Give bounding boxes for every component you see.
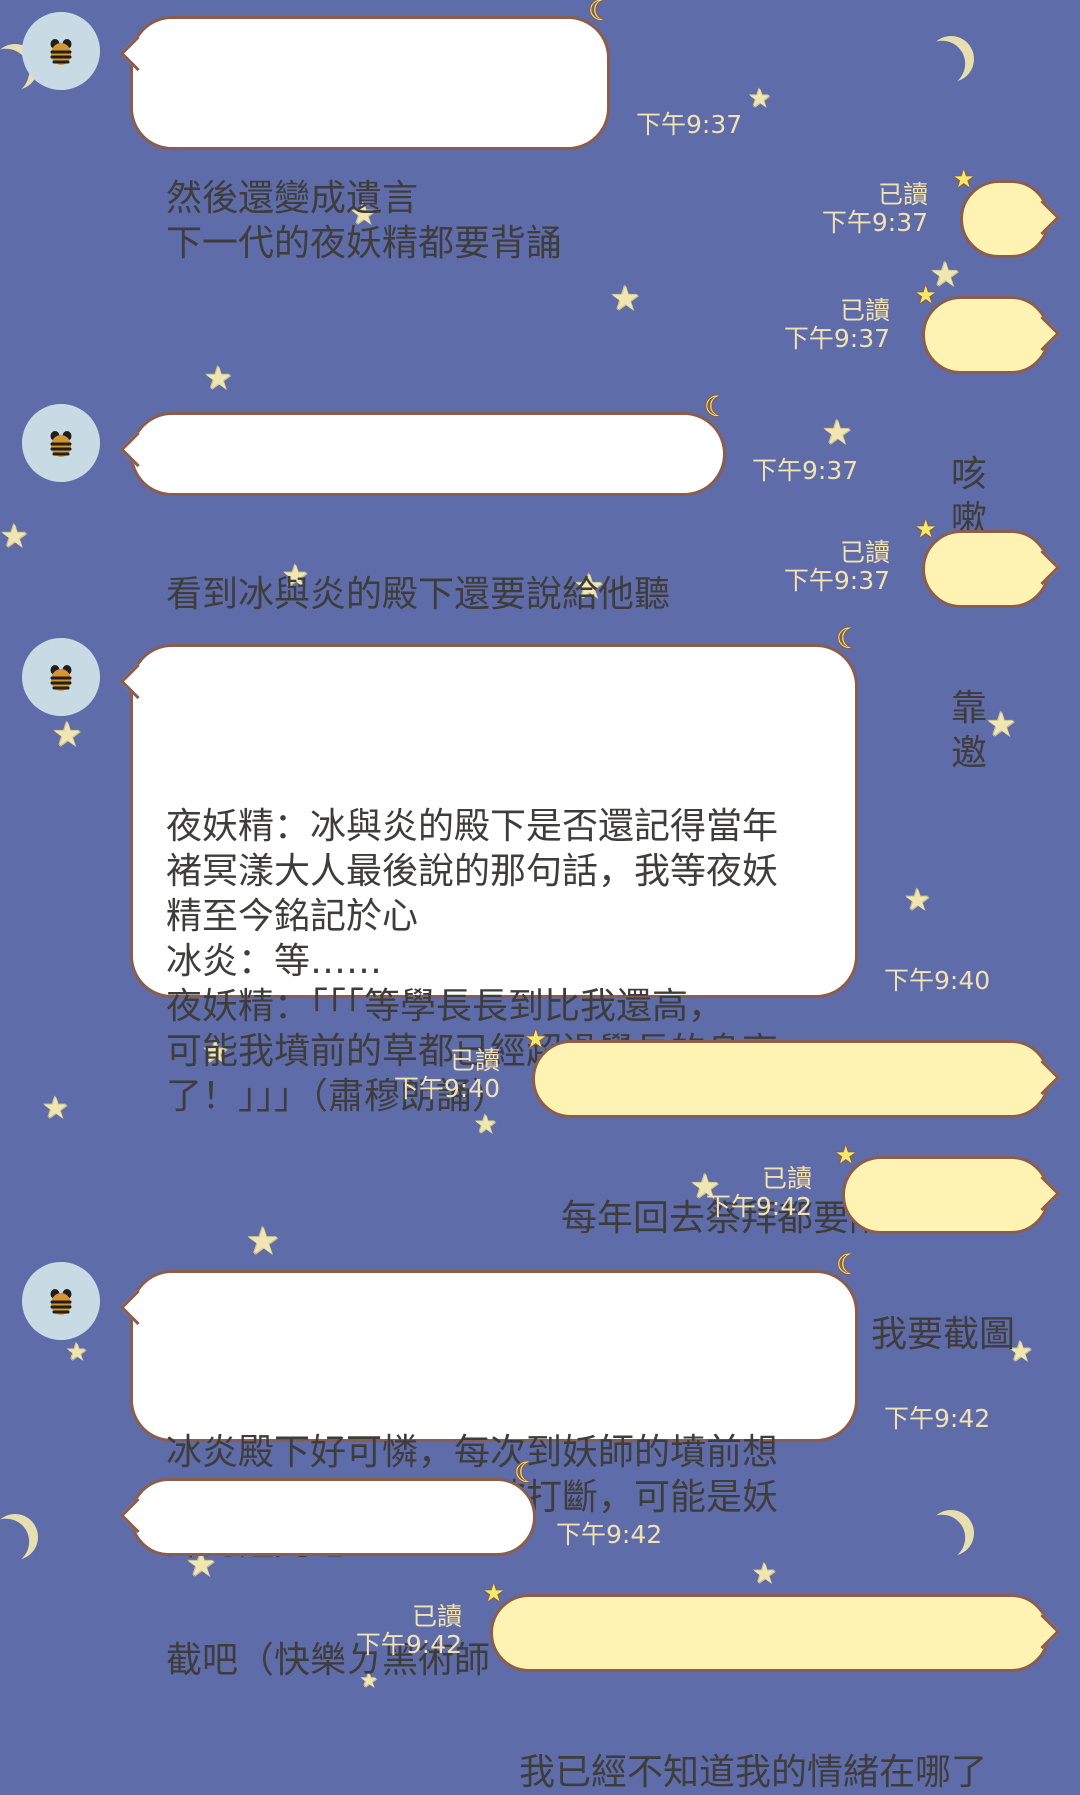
moon-icon: ☾ — [835, 1248, 861, 1281]
read-receipt: 已讀 — [449, 1046, 500, 1075]
moon-icon: ☾ — [513, 1456, 539, 1489]
star-icon: ★ — [915, 281, 937, 309]
message-text: 我已經不知道我的情緒在哪了 — [519, 1752, 988, 1793]
moon-icon: ☾ — [587, 0, 613, 27]
read-receipt: 已讀 — [877, 180, 928, 209]
chat-message-list[interactable]: ☾ 然後還變成遺言 下一代的夜妖精都要背誦 下午9:37 已讀 下午9:37 ★… — [0, 0, 1080, 1793]
message-time: 下午9:37 — [821, 208, 928, 237]
message-bubble-incoming[interactable]: ☾ 夜妖精：冰與炎的殿下是否還記得當年 褚冥漾大人最後說的那句話，我等夜妖 精至… — [130, 625, 861, 1117]
message-bubble-outgoing[interactable]: ★ 靠邀 — [915, 517, 1050, 774]
message-time: 下午9:42 — [884, 1404, 991, 1433]
message-text: 然後還變成遺言 下一代的夜妖精都要背誦 — [166, 178, 563, 264]
bee-icon — [50, 39, 72, 65]
star-icon: ★ — [835, 1141, 857, 1169]
message-bubble-incoming[interactable]: ☾ 然後還變成遺言 下一代的夜妖精都要背誦 — [130, 0, 613, 264]
avatar[interactable] — [22, 404, 100, 482]
star-icon: ★ — [953, 165, 975, 193]
message-time: 下午9:40 — [393, 1074, 500, 1103]
message-time: 下午9:37 — [783, 566, 890, 595]
bubble-tail — [1035, 555, 1061, 571]
message-time: 下午9:40 — [884, 966, 991, 995]
message-time: 下午9:37 — [752, 456, 859, 485]
bubble-tail — [119, 669, 145, 685]
star-icon: ★ — [525, 1025, 547, 1053]
avatar[interactable] — [22, 638, 100, 716]
bee-icon — [50, 431, 72, 457]
avatar[interactable] — [22, 1262, 100, 1340]
star-icon: ★ — [915, 515, 937, 543]
message-time: 下午9:37 — [783, 324, 890, 353]
message-bubble-outgoing[interactable]: ★ 每年回去祭拜都要附送一遍 — [525, 1027, 1050, 1239]
star-icon: ★ — [483, 1579, 505, 1607]
message-text: 看到冰與炎的殿下還要說給他聽 — [166, 574, 671, 615]
message-time: 下午9:42 — [355, 1630, 462, 1659]
message-text: 咳嗽 — [951, 454, 988, 540]
avatar[interactable] — [22, 12, 100, 90]
message-time: 下午9:42 — [556, 1520, 663, 1549]
bee-icon — [50, 665, 72, 691]
message-bubble-incoming[interactable]: ☾ 截吧（快樂ㄉ黑術師 — [130, 1459, 539, 1681]
read-receipt: 已讀 — [761, 1164, 812, 1193]
message-bubble-incoming[interactable]: ☾ 看到冰與炎的殿下還要說給他聽 — [130, 393, 729, 615]
message-bubble-outgoing[interactable]: ★ 幹 — [953, 167, 1050, 379]
bubble-tail — [1035, 205, 1061, 221]
message-bubble-outgoing[interactable]: ★ 我要截圖 — [835, 1143, 1050, 1355]
bubble-tail — [119, 41, 145, 57]
message-bubble-outgoing[interactable]: ★ 我已經不知道我的情緒在哪了 — [483, 1581, 1050, 1793]
message-text: 我要截圖 — [871, 1314, 1016, 1355]
bubble-tail — [119, 1295, 145, 1311]
bubble-tail — [1035, 321, 1061, 337]
bubble-tail — [119, 437, 145, 453]
read-receipt: 已讀 — [839, 538, 890, 567]
moon-icon: ☾ — [703, 390, 729, 423]
message-time: 下午9:37 — [636, 110, 743, 139]
bee-icon — [50, 1289, 72, 1315]
message-bubble-incoming[interactable]: ☾ 冰炎殿下好可憐，每次到妖師的墳前想 醞釀悲傷的情緒都會被打斷，可能是妖 師的… — [130, 1251, 861, 1563]
message-bubble-outgoing[interactable]: ★ 咳嗽 — [915, 283, 1050, 540]
message-time: 下午9:42 — [705, 1192, 812, 1221]
bubble-tail — [1035, 1181, 1061, 1197]
bubble-tail — [1035, 1619, 1061, 1635]
message-text: 靠邀 — [951, 688, 988, 774]
read-receipt: 已讀 — [839, 296, 890, 325]
read-receipt: 已讀 — [411, 1602, 462, 1631]
bubble-tail — [1035, 1065, 1061, 1081]
bubble-tail — [119, 1503, 145, 1519]
moon-icon: ☾ — [835, 622, 861, 655]
